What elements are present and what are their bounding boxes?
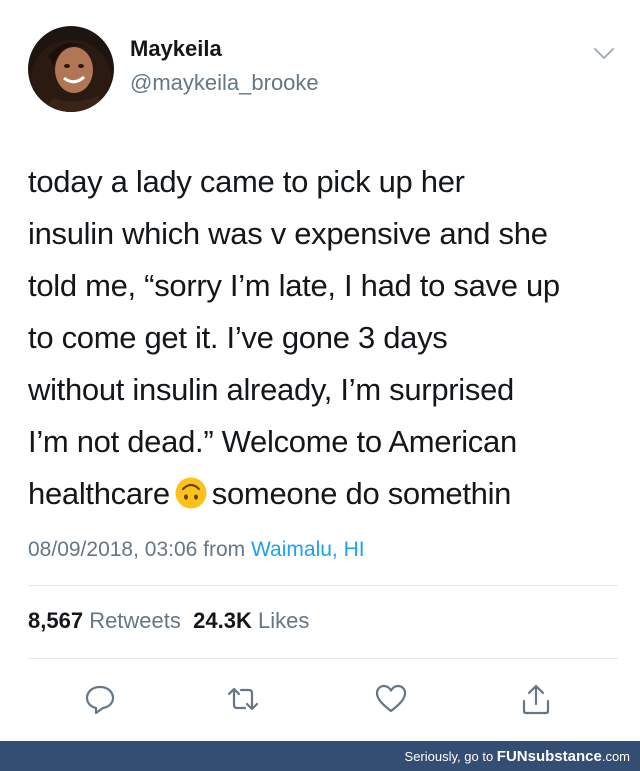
tweet-text-line: insulin which was v expensive and she: [28, 216, 548, 251]
from-label: from: [203, 538, 246, 561]
share-icon[interactable]: [519, 682, 553, 716]
likes-count[interactable]: 24.3K: [193, 608, 252, 633]
tweet-text-line: without insulin already, I’m surprised: [28, 372, 514, 407]
watermark-prefix: Seriously, go to: [404, 749, 494, 764]
divider: [28, 658, 618, 659]
watermark-suffix: .com: [601, 749, 630, 764]
chevron-down-icon[interactable]: [592, 44, 616, 64]
watermark-text[interactable]: Seriously, go to FUNsubstance.com: [405, 748, 630, 765]
tweet-text-line-last: healthcare someone do somethin: [28, 468, 628, 520]
retweets-label[interactable]: Retweets: [89, 608, 181, 633]
like-icon[interactable]: [374, 682, 408, 716]
tweet-card: Maykeila @maykeila_brooke today a lady c…: [0, 0, 640, 740]
tweet-stats: 8,567 Retweets 24.3K Likes: [28, 608, 309, 634]
tweet-actions: [0, 674, 640, 724]
watermark-footer: Seriously, go to FUNsubstance.com: [0, 741, 640, 771]
reply-icon[interactable]: [83, 682, 117, 716]
tweet-location-link[interactable]: Waimalu, HI: [251, 538, 365, 561]
likes-label[interactable]: Likes: [258, 608, 309, 633]
tweet-text-segment: someone do somethin: [211, 476, 512, 511]
retweets-count[interactable]: 8,567: [28, 608, 83, 633]
tweet-text-line: to come get it. I’ve gone 3 days: [28, 320, 448, 355]
divider: [28, 585, 618, 586]
user-handle[interactable]: @maykeila_brooke: [130, 70, 319, 96]
retweet-icon[interactable]: [226, 682, 260, 716]
tweet-text-line: today a lady came to pick up her: [28, 164, 465, 199]
upside-down-face-emoji-icon: [174, 474, 208, 509]
user-display-name[interactable]: Maykeila: [130, 36, 222, 62]
tweet-text-line: I’m not dead.” Welcome to American: [28, 424, 517, 459]
tweet-meta: 08/09/2018, 03:06 from Waimalu, HI: [28, 538, 365, 562]
tweet-text: today a lady came to pick up her insulin…: [28, 156, 628, 520]
avatar-photo: [28, 26, 114, 112]
tweet-timestamp[interactable]: 08/09/2018, 03:06: [28, 538, 197, 561]
avatar[interactable]: [28, 26, 114, 112]
tweet-text-segment: healthcare: [28, 476, 170, 511]
tweet-text-line: told me, “sorry I’m late, I had to save …: [28, 268, 560, 303]
watermark-brand: FUNsubstance: [496, 748, 602, 765]
